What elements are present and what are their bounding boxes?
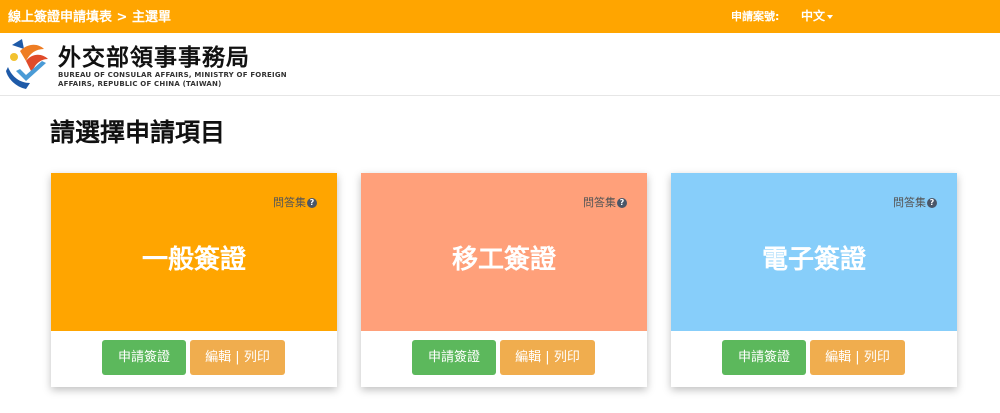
card-e-visa: 問答集? 電子簽證 申請簽證 編輯 | 列印 xyxy=(671,173,957,387)
edit-print-button[interactable]: 編輯 | 列印 xyxy=(500,340,595,375)
question-icon: ? xyxy=(307,198,317,208)
question-icon: ? xyxy=(927,198,937,208)
card-header: 問答集? 電子簽證 xyxy=(671,173,957,331)
language-label: 中文 xyxy=(801,9,826,23)
edit-print-button[interactable]: 編輯 | 列印 xyxy=(190,340,285,375)
card-title: 移工簽證 xyxy=(451,245,556,275)
apply-visa-button[interactable]: 申請簽證 xyxy=(412,340,496,375)
card-header: 問答集? 移工簽證 xyxy=(361,173,647,331)
apply-visa-button[interactable]: 申請簽證 xyxy=(722,340,806,375)
boca-logo-icon xyxy=(6,39,48,89)
application-number-label: 申請案號: xyxy=(731,10,780,23)
apply-visa-button[interactable]: 申請簽證 xyxy=(102,340,186,375)
language-dropdown[interactable]: 中文 xyxy=(801,7,834,24)
org-name-zh: 外交部領事事務局 xyxy=(58,44,250,71)
page-title: 請選擇申請項目 xyxy=(50,118,226,147)
card-migrant-worker-visa: 問答集? 移工簽證 申請簽證 編輯 | 列印 xyxy=(361,173,647,387)
edit-print-button[interactable]: 編輯 | 列印 xyxy=(810,340,905,375)
card-header: 問答集? 一般簽證 xyxy=(51,173,337,331)
card-actions: 申請簽證 編輯 | 列印 xyxy=(361,331,647,387)
card-actions: 申請簽證 編輯 | 列印 xyxy=(51,331,337,387)
card-title: 電子簽證 xyxy=(761,245,866,275)
caret-down-icon xyxy=(827,14,834,19)
faq-link[interactable]: 問答集? xyxy=(893,194,937,210)
question-icon: ? xyxy=(617,198,627,208)
breadcrumb[interactable]: 線上簽證申請填表 > 主選單 xyxy=(8,6,171,25)
card-title: 一般簽證 xyxy=(141,245,246,275)
top-bar: 線上簽證申請填表 > 主選單 申請案號: 中文 xyxy=(0,0,1000,33)
card-general-visa: 問答集? 一般簽證 申請簽證 編輯 | 列印 xyxy=(51,173,337,387)
org-name-en: BUREAU OF CONSULAR AFFAIRS, MINISTRY OF … xyxy=(58,71,287,88)
card-actions: 申請簽證 編輯 | 列印 xyxy=(671,331,957,387)
faq-link[interactable]: 問答集? xyxy=(583,194,627,210)
logo-bar: 外交部領事事務局 BUREAU OF CONSULAR AFFAIRS, MIN… xyxy=(0,33,1000,96)
faq-link[interactable]: 問答集? xyxy=(273,194,317,210)
